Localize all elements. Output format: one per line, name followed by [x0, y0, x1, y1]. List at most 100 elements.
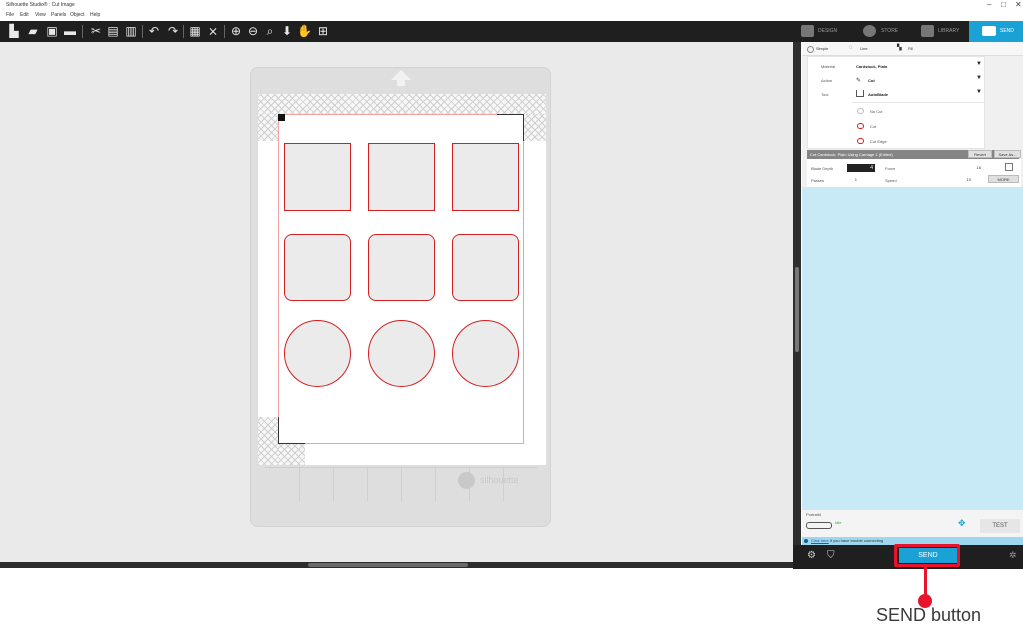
chevron-down-icon[interactable]: ▼: [976, 89, 982, 95]
store-icon: [863, 25, 876, 37]
blade-preview-icon: [1005, 163, 1013, 171]
menu-file[interactable]: File: [6, 10, 14, 20]
blade-settings: Blade Depth 4 Force 16 Passes 1 Speed 10…: [807, 159, 1021, 187]
save-as-button[interactable]: Save As...: [994, 150, 1021, 158]
print-icon[interactable]: ▬: [63, 24, 77, 38]
undo-icon[interactable]: ↶: [147, 24, 161, 38]
device-status: Idle: [835, 520, 842, 525]
mat-logo-text: silhouette: [480, 475, 519, 485]
design-icon: [801, 25, 814, 37]
window-title: Silhouette Studio® : Cut Image: [6, 2, 75, 8]
cut-edge-icon: [857, 138, 864, 144]
material-label: Material: [821, 64, 836, 69]
send-tab-icon: [982, 26, 996, 36]
cut-option[interactable]: Cut: [870, 124, 876, 129]
info-icon: [804, 539, 808, 543]
tab-send[interactable]: SEND: [969, 21, 1023, 42]
save-icon[interactable]: ▣: [45, 24, 59, 38]
main-toolbar: ▙ ▰ ▣ ▬ ✂ ▤ ▥ ↶ ↷ ▦ ⨯ ⊕ ⊖ ⌕ ⬇ ✋ ⊞: [0, 21, 793, 42]
autoblade-icon: [856, 90, 864, 97]
rounded-square-shape[interactable]: [284, 234, 351, 301]
rounded-square-shape[interactable]: [368, 234, 435, 301]
pan-down-icon[interactable]: ⬇: [280, 24, 294, 38]
test-button[interactable]: TEST: [980, 519, 1020, 533]
force-label: Force: [885, 166, 896, 171]
device-name: Portrait4: [806, 512, 822, 517]
fill-icon: ▚: [897, 45, 902, 51]
maximize-button[interactable]: □: [1001, 0, 1006, 10]
menu-object[interactable]: Object: [70, 10, 84, 20]
trouble-link[interactable]: Click here: [811, 537, 829, 545]
blade-depth-label: Blade Depth: [811, 166, 834, 171]
no-cut-area-bottom: [258, 417, 278, 465]
mode-line[interactable]: Line: [860, 42, 868, 55]
tool-select[interactable]: AutoBlade: [868, 92, 888, 97]
passes-label: Passes: [811, 178, 825, 183]
chevron-down-icon[interactable]: ▼: [976, 75, 982, 81]
menu-help[interactable]: Help: [90, 10, 100, 20]
blade-depth-input[interactable]: 4: [847, 164, 875, 172]
square-shape[interactable]: [284, 143, 351, 211]
tab-library[interactable]: LIBRARY: [921, 21, 976, 42]
send-panel-background: [802, 187, 1023, 510]
grad-cap-icon[interactable]: ⛉: [827, 550, 835, 561]
horizontal-scrollbar[interactable]: [0, 562, 802, 568]
menu-edit[interactable]: Edit: [20, 10, 29, 20]
menu-bar: File Edit View Panels Object Help: [0, 10, 1023, 20]
redo-icon[interactable]: ↷: [166, 24, 180, 38]
copy-icon[interactable]: ▤: [106, 24, 120, 38]
settings-gear-icon[interactable]: ✲: [1009, 550, 1017, 561]
speed-label: Speed: [885, 178, 897, 183]
deselect-icon[interactable]: ⨯: [206, 24, 220, 38]
line-icon: ◌: [849, 45, 853, 51]
revert-button[interactable]: Revert: [968, 150, 992, 158]
chevron-down-icon[interactable]: ▼: [976, 61, 982, 67]
simple-radio[interactable]: [807, 46, 814, 53]
rounded-square-shape[interactable]: [452, 234, 519, 301]
action-select[interactable]: Cut: [868, 78, 875, 83]
more-button[interactable]: MORE: [988, 175, 1019, 183]
blade-icon: ✎: [856, 78, 862, 84]
zoom-out-icon[interactable]: ⊖: [246, 24, 260, 38]
paste-icon[interactable]: ▥: [124, 24, 138, 38]
mode-simple[interactable]: Simple: [816, 42, 828, 55]
menu-panels[interactable]: Panels: [51, 10, 66, 20]
minimize-button[interactable]: –: [987, 0, 991, 10]
speed-input[interactable]: 10: [931, 177, 971, 182]
tab-design[interactable]: DESIGN: [801, 21, 856, 42]
new-icon[interactable]: ▙: [7, 24, 21, 38]
no-cut-area-top: [258, 94, 546, 114]
mode-fill[interactable]: Fill: [908, 42, 913, 55]
send-button-highlight: [894, 544, 960, 567]
material-select[interactable]: Cardstock, Plain: [856, 64, 887, 69]
title-bar: Silhouette Studio® : Cut Image – □ ✕: [0, 0, 1023, 10]
vertical-scrollbar[interactable]: [793, 42, 801, 562]
send-mode-bar: Simple ◌ Line ▚ Fill: [802, 42, 1023, 56]
circle-shape[interactable]: [452, 320, 519, 387]
cut-icon[interactable]: ✂: [89, 24, 103, 38]
fit-to-page-icon[interactable]: ⊞: [316, 24, 330, 38]
cutter-icon: [806, 522, 832, 529]
circle-shape[interactable]: [368, 320, 435, 387]
square-shape[interactable]: [368, 143, 435, 211]
cut-edge-option[interactable]: Cut Edge: [870, 139, 887, 144]
circle-shape[interactable]: [284, 320, 351, 387]
zoom-in-icon[interactable]: ⊕: [229, 24, 243, 38]
move-arrows-icon[interactable]: ✥: [958, 518, 966, 529]
registration-mark-square: [278, 114, 285, 121]
hand-icon[interactable]: ✋: [297, 24, 312, 38]
select-all-icon[interactable]: ▦: [188, 24, 202, 38]
force-input[interactable]: 16: [931, 165, 981, 171]
no-cut-option[interactable]: No Cut: [870, 109, 882, 114]
cut-settings-title: Cut Cardstock, Plain Using Carriage 1 (E…: [810, 152, 893, 157]
close-button[interactable]: ✕: [1015, 0, 1022, 10]
menu-view[interactable]: View: [35, 10, 46, 20]
passes-input[interactable]: 1: [847, 177, 857, 182]
tab-store[interactable]: STORE: [863, 21, 918, 42]
open-icon[interactable]: ▰: [26, 24, 40, 38]
device-icon[interactable]: ⚙: [807, 550, 816, 561]
tool-label: Tool: [821, 92, 829, 97]
zoom-select-icon[interactable]: ⌕: [263, 24, 277, 38]
action-label: Action: [821, 78, 833, 83]
square-shape[interactable]: [452, 143, 519, 211]
